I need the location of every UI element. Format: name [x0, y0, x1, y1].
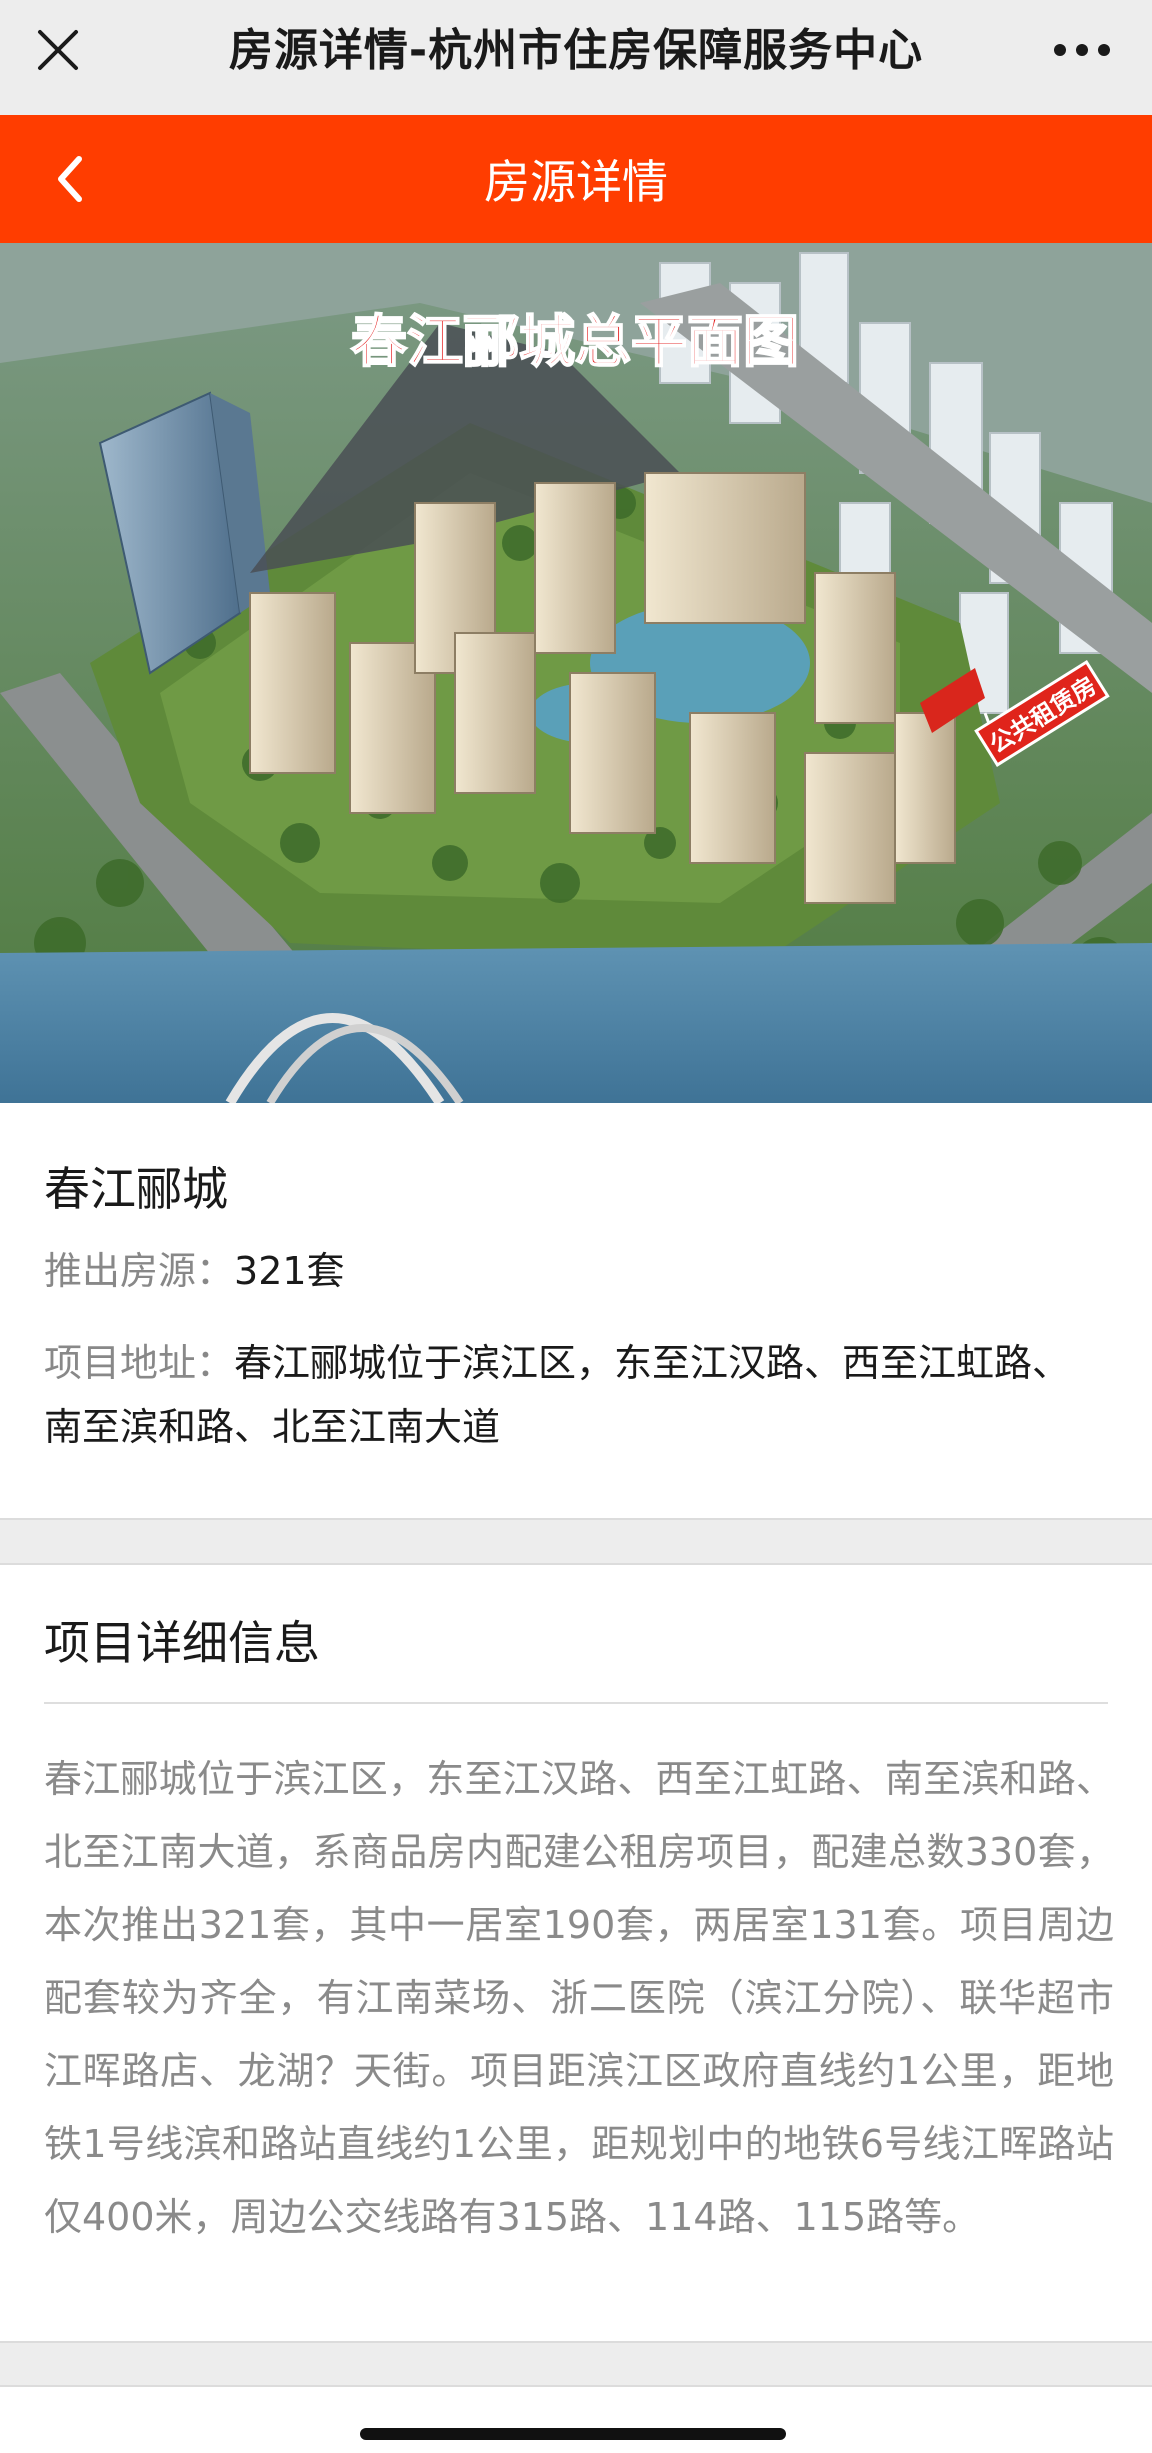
more-icon[interactable]: [1042, 20, 1122, 80]
back-icon[interactable]: [40, 149, 100, 209]
home-indicator[interactable]: [360, 2428, 786, 2440]
next-card-edge: [0, 2385, 1152, 2453]
wechat-page-title: 房源详情-杭州市住房保障服务中心: [228, 24, 924, 76]
address-label: 项目地址：: [44, 1341, 235, 1385]
details-title: 项目详细信息: [44, 1616, 320, 1670]
units-value: 321套: [234, 1249, 345, 1293]
units-label: 推出房源：: [44, 1249, 235, 1293]
header-title: 房源详情: [484, 155, 668, 209]
details-divider: [44, 1702, 1108, 1704]
address-row: 项目地址：春江郦城位于滨江区，东至江汉路、西至江虹路、南至滨和路、北至江南大道: [44, 1331, 1104, 1459]
project-name: 春江郦城: [44, 1162, 228, 1216]
details-text: 春江郦城位于滨江区，东至江汉路、西至江虹路、南至滨和路、北至江南大道，系商品房内…: [44, 1757, 1114, 2239]
app-header: 房源详情: [0, 115, 1152, 243]
units-row: 推出房源：321套: [44, 1239, 1104, 1303]
project-site-plan-image: 春江郦城总平面图 公共租赁房: [0, 243, 1152, 1103]
close-icon[interactable]: [28, 20, 88, 80]
wechat-title-bar: 房源详情-杭州市住房保障服务中心: [0, 0, 1152, 115]
project-details-card: 项目详细信息 春江郦城位于滨江区，东至江汉路、西至江虹路、南至滨和路、北至江南大…: [0, 1563, 1152, 2343]
site-plan-title: 春江郦城总平面图: [351, 310, 799, 373]
project-summary-card: 春江郦城 推出房源：321套 项目地址：春江郦城位于滨江区，东至江汉路、西至江虹…: [0, 1103, 1152, 1520]
